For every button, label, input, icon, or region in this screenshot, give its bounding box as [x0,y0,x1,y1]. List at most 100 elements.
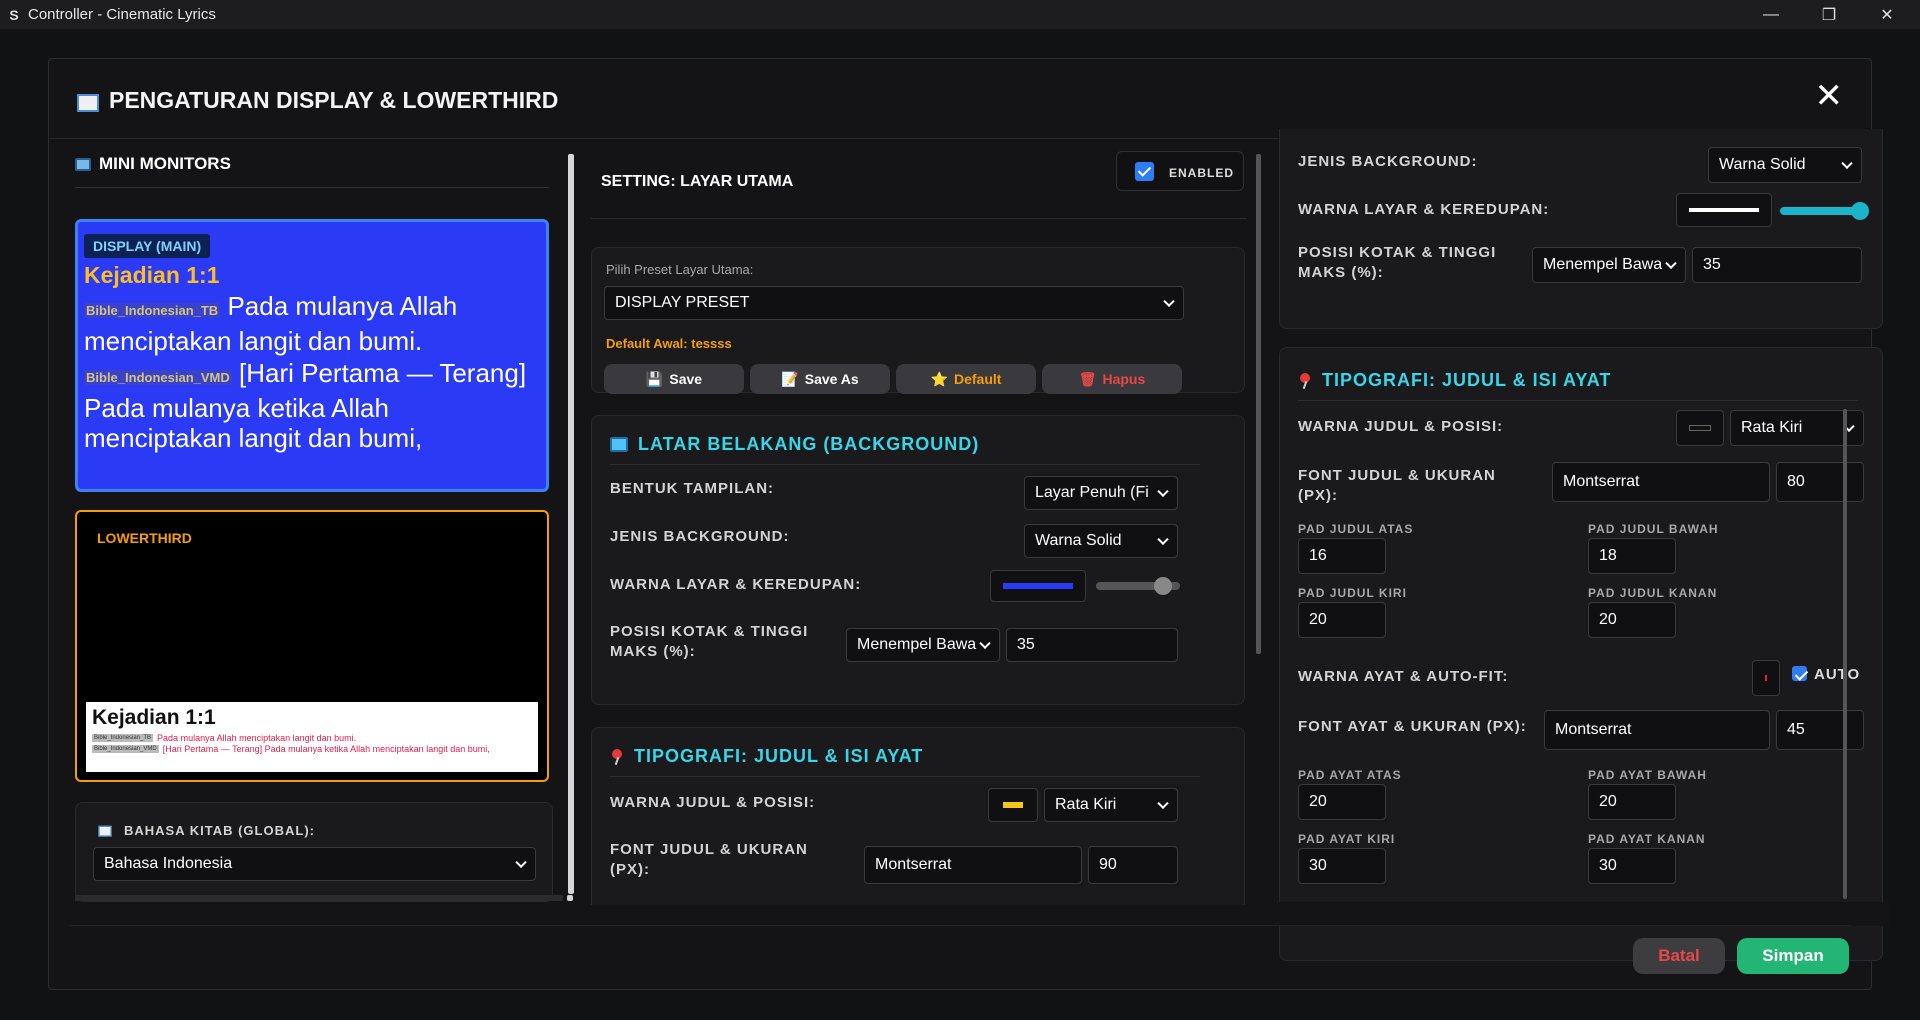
divider [610,464,1200,465]
pad-ayat-kanan-input[interactable]: 30 [1588,848,1676,884]
version-tag: Bible_Indonesian_VMD [92,745,159,753]
layar-utama-title: SETTING: LAYAR UTAMA [601,173,794,190]
right-posisi-select[interactable]: Menempel Bawa [1532,247,1686,283]
title-align-select[interactable]: Rata Kiri [1044,788,1178,822]
preset-select[interactable]: DISPLAY PRESET [604,286,1184,320]
book-icon [77,92,99,112]
verse-text: Pada mulanya Allah menciptakan langit da… [84,291,458,356]
pad-judul-kanan-input[interactable]: 20 [1588,602,1676,638]
color-swatch [1689,425,1711,431]
display-main-monitor[interactable]: DISPLAY (MAIN) Kejadian 1:1 Bible_Indone… [75,219,549,492]
color-swatch [1689,208,1759,212]
warna-judul-label: WARNA JUDUL & POSISI: [610,794,816,811]
right-column-scrollbar[interactable] [1843,409,1847,899]
pad-judul-kiri-input[interactable]: 20 [1298,602,1386,638]
posisi-height-input[interactable]: 35 [1006,628,1178,662]
title-size-input[interactable]: 90 [1088,846,1178,884]
dim-slider[interactable] [1096,577,1180,595]
pad-judul-bawah-input[interactable]: 18 [1588,538,1676,574]
default-button[interactable]: ⭐ Default [896,364,1036,394]
middle-fade [591,905,1251,931]
preset-label: Pilih Preset Layar Utama: [606,262,754,277]
verse-color-picker[interactable] [1752,660,1780,696]
hapus-button[interactable]: 🗑 Hapus [1042,364,1182,394]
pad-ayat-atas-input[interactable]: 20 [1298,784,1386,820]
jenis-bg-select[interactable]: Warna Solid [1024,524,1178,558]
verse-size-input[interactable]: 45 [1776,710,1864,750]
dim-slider-knob[interactable] [1154,577,1173,595]
right-bg-color-picker[interactable] [1676,193,1772,227]
verse-text: Pada mulanya Allah menciptakan langit da… [157,733,357,743]
pin-icon [610,748,624,765]
right-dim-slider-knob[interactable] [1850,202,1869,220]
divider [75,187,549,188]
right-posisi-height-input[interactable]: 35 [1692,247,1862,283]
title-color-picker[interactable] [988,788,1038,822]
pad-judul-atas-input[interactable]: 16 [1298,538,1386,574]
window-title: Controller - Cinematic Lyrics [28,6,216,23]
bentuk-select[interactable]: Layar Penuh (Fi [1024,476,1178,510]
lowerthird-reference: Kejadian 1:1 [92,706,216,729]
lowerthird-verse-2: Bible_Indonesian_VMD [Hari Pertama — Ter… [92,744,532,754]
bahasa-panel: BAHASA KITAB (GLOBAL): Bahasa Indonesia [75,802,553,902]
lowerthird-box: Kejadian 1:1 Bible_Indonesian_TB Pada mu… [86,702,538,772]
right-warna-judul-label: WARNA JUDUL & POSISI: [1298,418,1504,435]
posisi-label: POSISI KOTAK & TINGGI MAKS (%): [610,623,809,660]
right-typography-section-title: TIPOGRAFI: JUDUL & ISI AYAT [1298,370,1611,391]
display-main-verse-2: Bible_Indonesian_VMD [Hari Pertama — Ter… [84,358,540,453]
close-modal-button[interactable]: ✕ [1815,79,1844,113]
horizontal-scrollbar[interactable] [75,895,563,901]
right-jenis-bg-select[interactable]: Warna Solid [1708,147,1862,183]
scroll-corner [567,895,573,901]
bahasa-select[interactable]: Bahasa Indonesia [93,847,536,881]
version-tag: Bible_Indonesian_TB [84,303,221,318]
simpan-button[interactable]: Simpan [1737,938,1849,974]
enabled-toggle[interactable]: ENABLED [1116,151,1244,191]
mini-monitors-title: MINI MONITORS [75,154,231,174]
settings-modal: PENGATURAN DISPLAY & LOWERTHIRD ✕ MINI M… [48,58,1889,990]
left-column-scrollbar[interactable] [568,154,574,894]
mini-monitors-label: MINI MONITORS [99,154,231,173]
close-window-button[interactable]: ✕ [1858,0,1916,29]
book-icon [98,825,112,837]
right-typography-panel: TIPOGRAFI: JUDUL & ISI AYAT WARNA JUDUL … [1279,347,1883,961]
display-main-tag: DISPLAY (MAIN) [84,234,211,258]
preset-panel: Pilih Preset Layar Utama: DISPLAY PRESET… [591,247,1245,394]
monitor-icon [610,437,628,452]
middle-column-scrollbar[interactable] [1256,154,1261,654]
footer-divider [69,925,1851,926]
right-dim-slider[interactable] [1780,202,1869,220]
lowerthird-monitor[interactable]: LOWERTHIRD Kejadian 1:1 Bible_Indonesian… [75,510,549,782]
bahasa-label: BAHASA KITAB (GLOBAL): [124,822,315,838]
modal-title: PENGATURAN DISPLAY & LOWERTHIRD [77,87,558,114]
right-title-size-input[interactable]: 80 [1776,462,1864,502]
pad-ayat-kiri-input[interactable]: 30 [1298,848,1386,884]
save-button[interactable]: 💾 Save [604,364,744,394]
pad-judul-kanan-label: PAD JUDUL KANAN [1588,586,1718,600]
tv-icon [75,157,91,171]
minimize-button[interactable]: — [1742,0,1800,29]
right-title-font-input[interactable]: Montserrat [1552,462,1770,502]
bg-color-picker[interactable] [990,570,1086,602]
pad-ayat-kiri-label: PAD AYAT KIRI [1298,832,1396,846]
enabled-label: ENABLED [1169,166,1235,180]
enabled-checkbox[interactable] [1135,162,1154,181]
maximize-button[interactable]: ❐ [1800,0,1858,29]
title-font-input[interactable]: Montserrat [864,846,1082,884]
auto-fit-checkbox[interactable] [1792,666,1807,681]
posisi-select[interactable]: Menempel Bawa [846,628,1000,662]
divider [1298,400,1858,401]
save-as-button[interactable]: 📝 Save As [750,364,890,394]
right-font-judul-label: FONT JUDUL & UKURAN (PX): [1298,467,1496,504]
typography-title-text: TIPOGRAFI: JUDUL & ISI AYAT [634,746,924,766]
middle-header: SETTING: LAYAR UTAMA ENABLED [591,151,1247,219]
verse-text: [Hari Pertama — Terang] Pada mulanya ket… [162,744,490,754]
pad-judul-atas-label: PAD JUDUL ATAS [1298,522,1414,536]
pad-ayat-kanan-label: PAD AYAT KANAN [1588,832,1706,846]
pad-ayat-bawah-input[interactable]: 20 [1588,784,1676,820]
modal-header: PENGATURAN DISPLAY & LOWERTHIRD ✕ [49,59,1871,139]
pad-judul-bawah-label: PAD JUDUL BAWAH [1588,522,1719,536]
verse-font-input[interactable]: Montserrat [1544,710,1770,750]
batal-button[interactable]: Batal [1633,938,1725,974]
right-title-color-picker[interactable] [1676,410,1724,446]
